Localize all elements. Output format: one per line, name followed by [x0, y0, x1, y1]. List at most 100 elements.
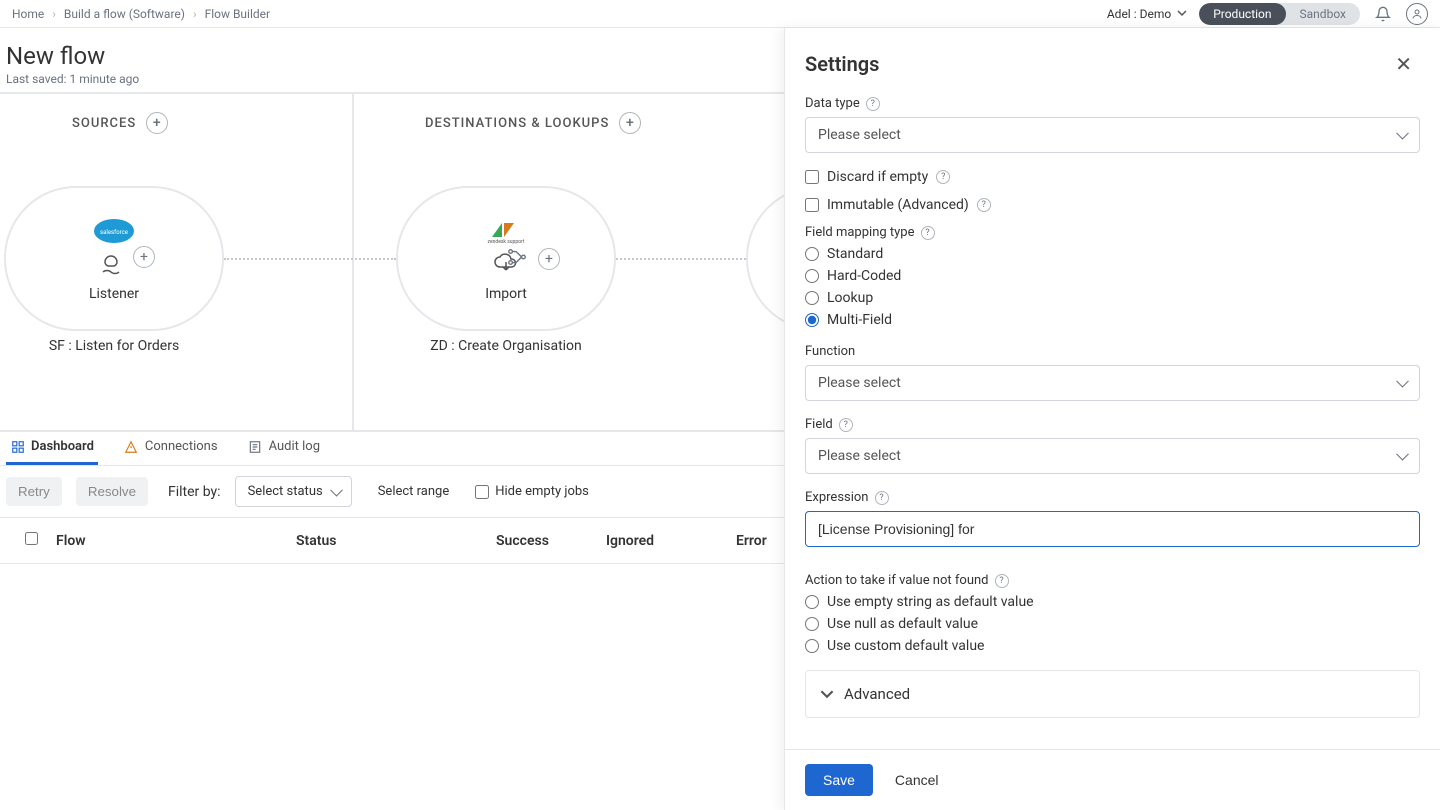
function-select[interactable]: Please select [805, 365, 1420, 401]
col-flow[interactable]: Flow [56, 533, 296, 549]
data-type-select[interactable]: Please select [805, 117, 1420, 153]
discard-if-empty-checkbox[interactable]: Discard if empty ? [805, 169, 1420, 185]
field-action-not-found: Action to take if value not found ? Use … [805, 573, 1420, 654]
immutable-input[interactable] [805, 198, 819, 212]
mapping-icon[interactable] [506, 246, 528, 272]
chevron-down-icon [1177, 7, 1187, 21]
field-data-type: Data type ? Please select [805, 96, 1420, 153]
radio-custom[interactable]: Use custom default value [805, 638, 1420, 654]
radio-label: Hard-Coded [827, 268, 901, 284]
tab-label: Dashboard [31, 439, 94, 454]
listener-icon [99, 252, 129, 280]
help-icon[interactable]: ? [995, 574, 1009, 588]
svg-text:zendesk support: zendesk support [488, 239, 525, 245]
user-menu[interactable]: Adel : Demo [1107, 7, 1187, 21]
tab-audit-log[interactable]: Audit log [244, 431, 324, 465]
source-node[interactable]: salesforce Listener [4, 186, 224, 331]
chevron-right-icon: › [193, 7, 197, 21]
help-icon[interactable]: ? [921, 226, 935, 240]
dashboard-icon [10, 439, 25, 454]
radio-standard[interactable]: Standard [805, 246, 1420, 262]
add-step-button[interactable]: + [538, 248, 560, 270]
audit-icon [248, 439, 263, 454]
radio-standard-input[interactable] [805, 247, 819, 261]
destination-node-label: ZD : Create Organisation [396, 338, 616, 354]
lane-destinations-label: DESTINATIONS & LOOKUPS [425, 116, 609, 131]
help-icon[interactable]: ? [866, 97, 880, 111]
svg-text:salesforce: salesforce [100, 229, 128, 236]
tab-connections[interactable]: Connections [120, 431, 222, 465]
env-sandbox[interactable]: Sandbox [1286, 3, 1360, 25]
expression-input[interactable] [805, 511, 1420, 547]
field-function: Function Please select [805, 344, 1420, 401]
radio-label: Multi-Field [827, 312, 892, 328]
radio-lookup[interactable]: Lookup [805, 290, 1420, 306]
radio-multifield-input[interactable] [805, 313, 819, 327]
lane-sources-header: SOURCES + [72, 112, 168, 134]
field-select[interactable]: Please select [805, 438, 1420, 474]
radio-empty-input[interactable] [805, 595, 819, 609]
radio-label: Use custom default value [827, 638, 984, 654]
radio-null[interactable]: Use null as default value [805, 616, 1420, 632]
radio-label: Use empty string as default value [827, 594, 1034, 610]
environment-toggle[interactable]: Production Sandbox [1199, 3, 1360, 25]
breadcrumb: Home › Build a flow (Software) › Flow Bu… [12, 7, 270, 21]
immutable-checkbox[interactable]: Immutable (Advanced) ? [805, 197, 1420, 213]
retry-button[interactable]: Retry [6, 477, 62, 506]
salesforce-logo-icon: salesforce [92, 216, 136, 246]
help-icon[interactable]: ? [875, 491, 889, 505]
source-node-name: Listener [89, 286, 139, 302]
mapping-type-label: Field mapping type [805, 225, 915, 240]
help-icon[interactable]: ? [839, 418, 853, 432]
hide-empty-checkbox[interactable]: Hide empty jobs [475, 484, 589, 499]
radio-label: Lookup [827, 290, 873, 306]
range-select[interactable]: Select range [366, 477, 462, 506]
breadcrumb-home[interactable]: Home [12, 7, 44, 21]
radio-hardcoded[interactable]: Hard-Coded [805, 268, 1420, 284]
breadcrumb-current: Flow Builder [205, 7, 271, 21]
tab-dashboard[interactable]: Dashboard [6, 431, 98, 465]
help-icon[interactable]: ? [936, 170, 950, 184]
status-select[interactable]: Select status [235, 476, 352, 507]
resolve-button[interactable]: Resolve [76, 477, 148, 506]
col-status[interactable]: Status [296, 533, 496, 549]
lane-destinations-header: DESTINATIONS & LOOKUPS + [425, 112, 641, 134]
discard-input[interactable] [805, 170, 819, 184]
col-ignored[interactable]: Ignored [606, 533, 736, 549]
chevron-down-icon [820, 687, 834, 701]
lane-sources-label: SOURCES [72, 116, 136, 131]
hide-empty-input[interactable] [475, 485, 489, 499]
select-all-checkbox[interactable] [25, 532, 38, 545]
add-source-button[interactable]: + [146, 112, 168, 134]
expression-label: Expression [805, 490, 869, 505]
connections-icon [124, 439, 139, 454]
radio-label: Use null as default value [827, 616, 978, 632]
close-icon[interactable]: ✕ [1387, 48, 1420, 80]
field-label: Field [805, 417, 833, 432]
connector [616, 258, 746, 260]
radio-custom-input[interactable] [805, 639, 819, 653]
immutable-label: Immutable (Advanced) [827, 197, 969, 213]
field-expression: Expression ? [805, 490, 1420, 547]
function-label: Function [805, 344, 855, 359]
radio-lookup-input[interactable] [805, 291, 819, 305]
cancel-button[interactable]: Cancel [891, 764, 943, 796]
add-destination-button[interactable]: + [619, 112, 641, 134]
data-type-label: Data type [805, 96, 860, 111]
col-success[interactable]: Success [496, 533, 606, 549]
radio-null-input[interactable] [805, 617, 819, 631]
notifications-icon[interactable] [1372, 3, 1394, 25]
field-field: Field ? Please select [805, 417, 1420, 474]
radio-empty-string[interactable]: Use empty string as default value [805, 594, 1420, 610]
env-production[interactable]: Production [1199, 3, 1285, 25]
help-icon[interactable]: ? [977, 198, 991, 212]
radio-multifield[interactable]: Multi-Field [805, 312, 1420, 328]
add-export-button[interactable]: + [133, 246, 155, 268]
destination-node-name: Import [485, 286, 527, 302]
filter-label: Filter by: [168, 484, 221, 500]
radio-hardcoded-input[interactable] [805, 269, 819, 283]
save-button[interactable]: Save [805, 764, 873, 796]
advanced-toggle[interactable]: Advanced [805, 670, 1420, 718]
avatar-icon[interactable] [1406, 3, 1428, 25]
breadcrumb-parent[interactable]: Build a flow (Software) [64, 7, 185, 21]
